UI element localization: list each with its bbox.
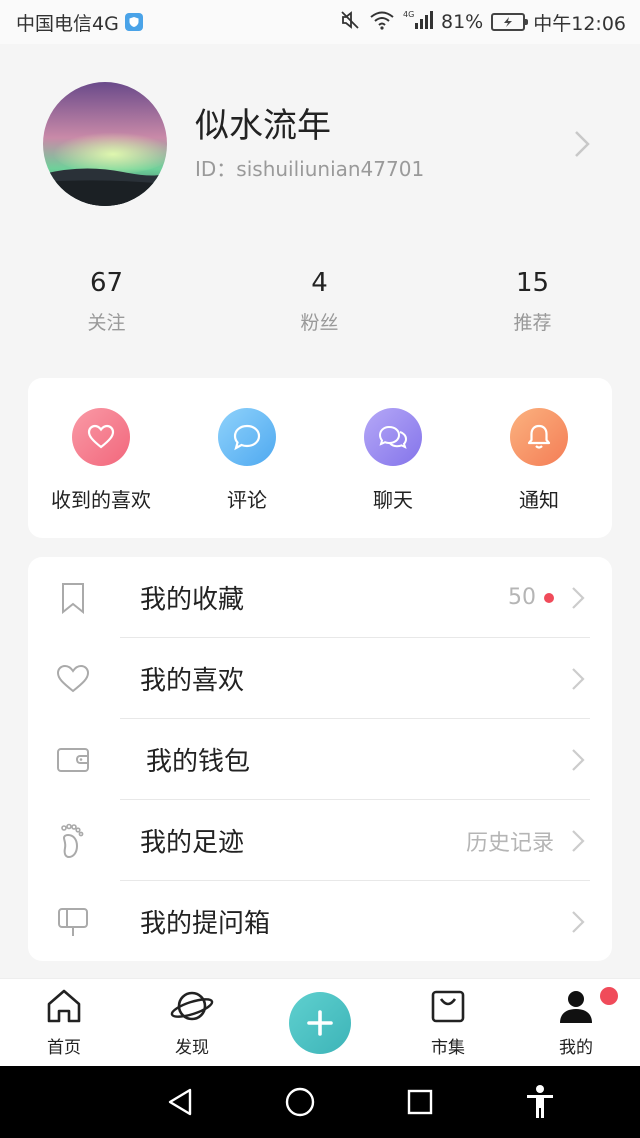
tab-mine[interactable]: 我的 — [512, 979, 640, 1066]
user-icon — [557, 987, 595, 1029]
shopping-bag-icon — [429, 987, 467, 1029]
action-notifications[interactable]: 通知 — [466, 408, 612, 538]
unread-dot — [544, 592, 554, 603]
menu-item-label: 我的喜欢 — [140, 666, 245, 696]
stat-value: 4 — [311, 268, 328, 298]
question-box-icon — [56, 905, 90, 939]
home-icon — [45, 987, 83, 1029]
stats-row: 67 关注 4 粉丝 15 推荐 — [0, 268, 640, 335]
battery-icon — [491, 13, 529, 31]
menu-item-footprints[interactable]: 我的足迹 历史记录 — [28, 800, 612, 881]
profile-name: 似水流年 — [195, 106, 331, 147]
favorites-count: 50 — [508, 585, 536, 610]
bottom-tab-bar: 首页 发现 市集 我的 — [0, 978, 640, 1066]
status-left: 中国电信4G — [16, 9, 143, 36]
footprint-icon — [56, 823, 90, 858]
stat-value: 15 — [515, 268, 550, 298]
mute-icon — [339, 9, 361, 36]
profile-id: ID：sishuiliunian47701 — [195, 156, 425, 181]
tab-market[interactable]: 市集 — [384, 979, 512, 1066]
network-type-label: 4G — [403, 10, 414, 19]
wifi-icon — [369, 10, 395, 35]
stat-following[interactable]: 67 关注 — [0, 268, 213, 335]
menu-item-favorites[interactable]: 我的收藏 50 — [28, 557, 612, 638]
clock-label: 中午12:06 — [533, 12, 626, 35]
chevron-right-icon — [560, 829, 596, 853]
bookmark-icon — [56, 581, 90, 615]
status-right: 4G 81% 中午12:06 — [339, 9, 626, 36]
menu-item-label: 我的足迹 — [140, 828, 245, 858]
actions-card: 收到的喜欢 评论 聊天 通知 — [28, 378, 612, 538]
tab-label: 市集 — [431, 1038, 465, 1058]
chevron-right-icon — [560, 910, 596, 934]
action-label: 聊天 — [373, 488, 413, 512]
avatar[interactable] — [43, 82, 167, 206]
tab-label: 首页 — [47, 1038, 81, 1058]
tab-add[interactable] — [256, 979, 384, 1066]
tab-label: 发现 — [175, 1038, 209, 1058]
bell-icon — [510, 408, 568, 466]
profile-info: 似水流年 ID：sishuiliunian47701 — [195, 106, 552, 182]
back-icon[interactable] — [150, 1072, 210, 1132]
chevron-right-icon — [560, 586, 596, 610]
chevron-right-icon — [560, 748, 596, 772]
stat-value: 67 — [89, 268, 124, 298]
recents-icon[interactable] — [390, 1072, 450, 1132]
comment-icon — [218, 408, 276, 466]
stat-fans[interactable]: 4 粉丝 — [213, 268, 426, 335]
plus-icon[interactable] — [289, 991, 351, 1054]
carrier-label: 中国电信4G — [16, 12, 119, 35]
tab-discover[interactable]: 发现 — [128, 979, 256, 1066]
shield-icon — [124, 13, 143, 31]
action-label: 评论 — [227, 488, 267, 512]
action-label: 收到的喜欢 — [51, 488, 151, 512]
battery-percent: 81% — [441, 11, 484, 33]
menu-item-question-box[interactable]: 我的提问箱 — [28, 881, 612, 962]
profile-header[interactable]: 似水流年 ID：sishuiliunian47701 — [0, 44, 640, 244]
chevron-right-icon — [560, 667, 596, 691]
status-bar: 中国电信4G 4G 81% 中午12:06 — [0, 0, 640, 44]
menu-item-label: 我的钱包 — [146, 747, 251, 777]
home-circle-icon[interactable] — [270, 1072, 330, 1132]
menu-item-label: 我的提问箱 — [140, 909, 271, 939]
stat-label: 粉丝 — [300, 312, 339, 334]
tab-label: 我的 — [559, 1038, 593, 1058]
stat-label: 关注 — [87, 312, 126, 334]
signal-icon: 4G — [403, 9, 433, 36]
history-label: 历史记录 — [465, 830, 554, 856]
menu-item-likes[interactable]: 我的喜欢 — [28, 638, 612, 719]
notification-badge — [600, 987, 618, 1005]
menu-item-label: 我的收藏 — [140, 585, 245, 615]
heart-icon — [72, 408, 130, 466]
menu-card: 我的收藏 50 我的喜欢 我的钱包 我的足迹 历史记录 我的提问箱 — [28, 557, 612, 961]
menu-item-wallet[interactable]: 我的钱包 — [28, 719, 612, 800]
action-likes-received[interactable]: 收到的喜欢 — [28, 408, 174, 538]
heart-outline-icon — [56, 662, 90, 696]
planet-icon — [170, 987, 214, 1029]
action-comments[interactable]: 评论 — [174, 408, 320, 538]
system-nav-bar — [0, 1066, 640, 1138]
stat-recommend[interactable]: 15 推荐 — [426, 268, 639, 335]
chat-icon — [364, 408, 422, 466]
wallet-icon — [56, 743, 90, 777]
accessibility-icon[interactable] — [510, 1072, 570, 1132]
action-chat[interactable]: 聊天 — [320, 408, 466, 538]
stat-label: 推荐 — [513, 312, 552, 334]
action-label: 通知 — [519, 488, 559, 512]
menu-item-extra: 50 — [508, 585, 554, 610]
chevron-right-icon[interactable] — [552, 114, 612, 174]
tab-home[interactable]: 首页 — [0, 979, 128, 1066]
